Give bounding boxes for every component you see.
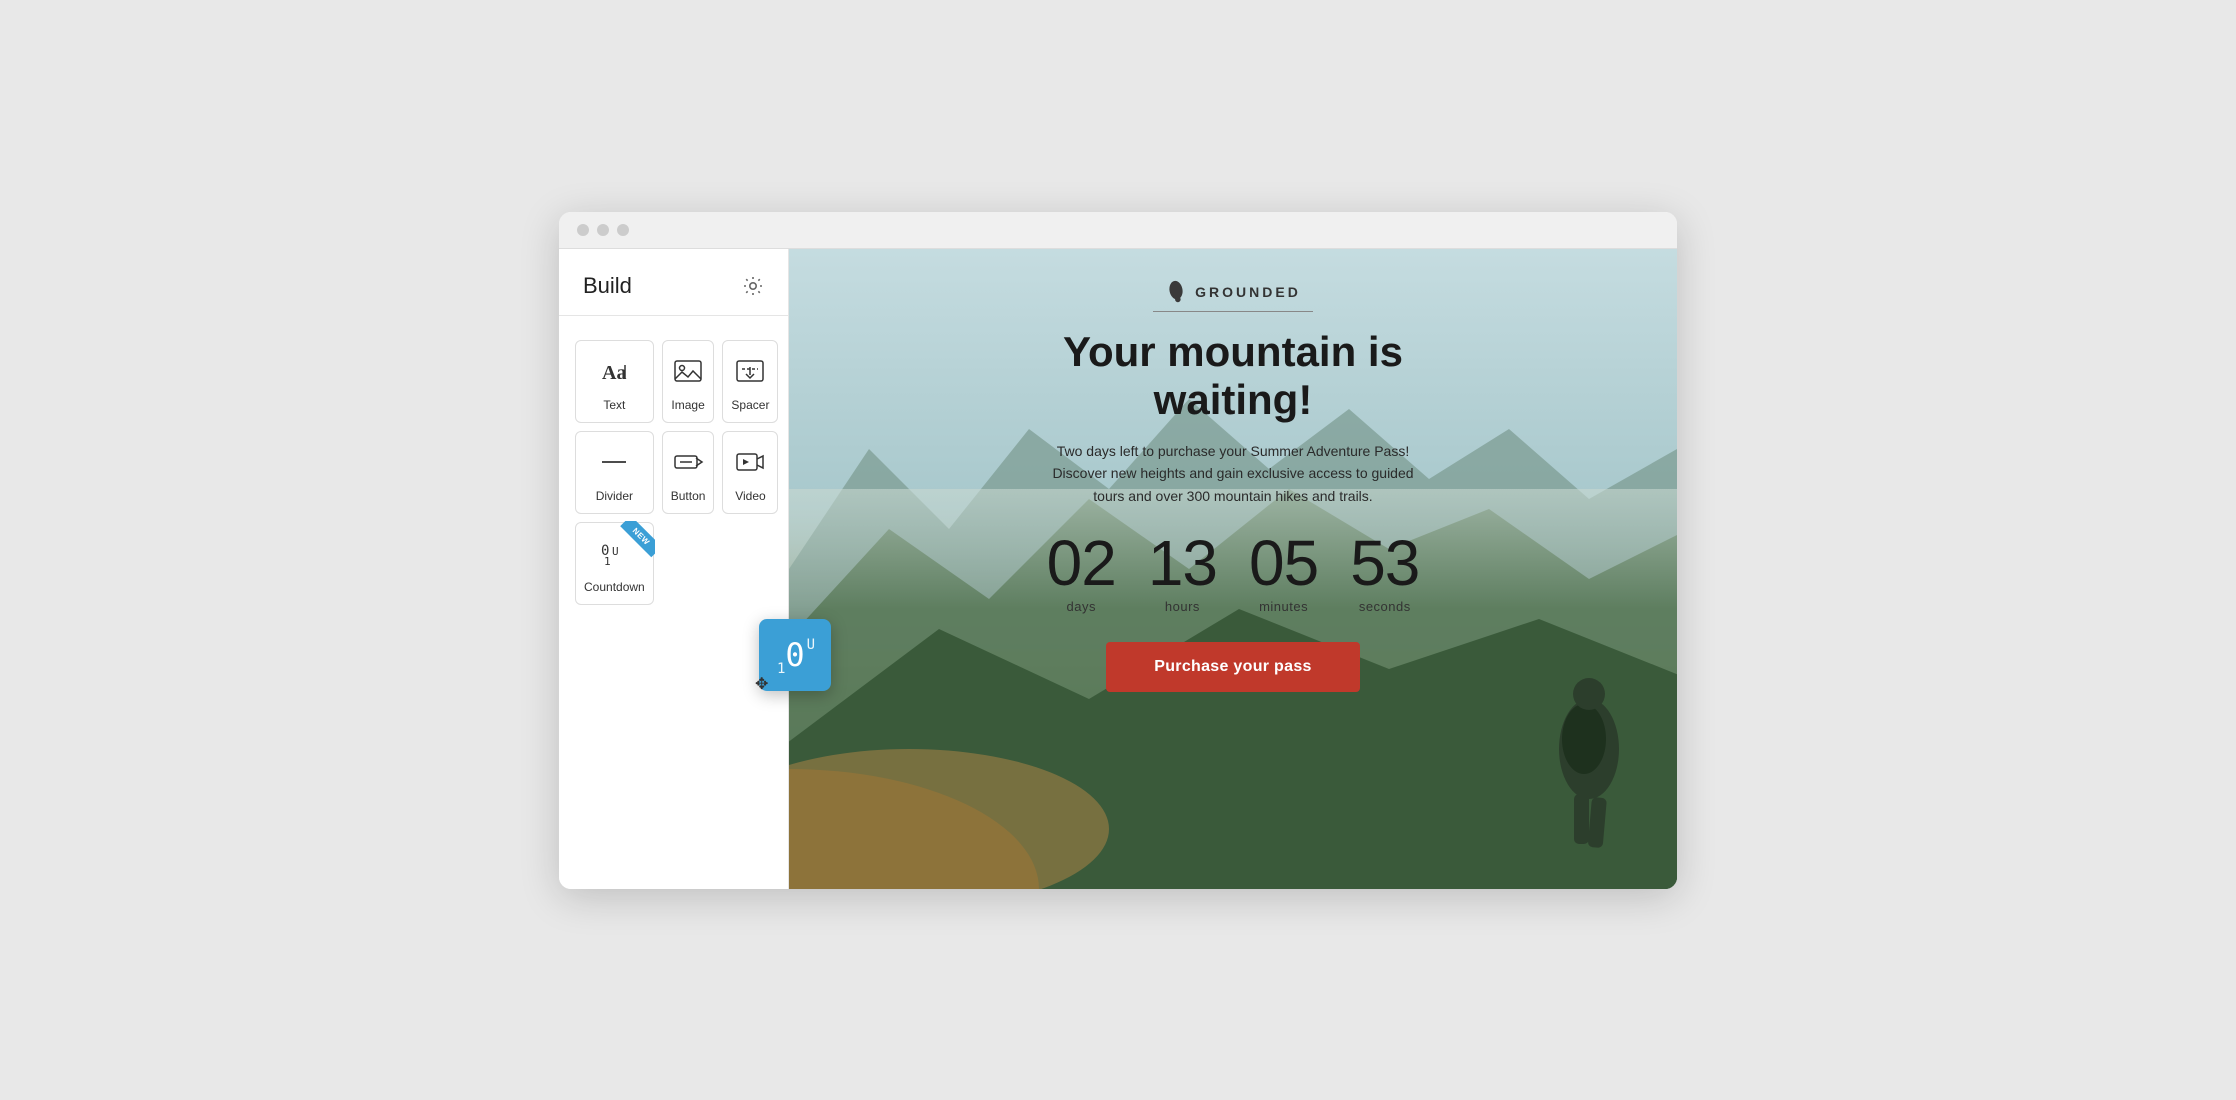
- new-badge: [611, 521, 655, 565]
- spacer-icon: [734, 357, 766, 390]
- block-item-text[interactable]: Aa Text: [575, 340, 654, 423]
- button-icon: [672, 448, 704, 481]
- video-icon: [734, 448, 766, 481]
- logo-area: GROUNDED: [1153, 279, 1313, 312]
- traffic-light-minimize: [597, 224, 609, 236]
- image-icon: [672, 357, 704, 390]
- sidebar: Build Aa: [559, 249, 789, 889]
- browser-window: Build Aa: [559, 212, 1677, 889]
- sidebar-header: Build: [559, 249, 788, 315]
- block-label-countdown: Countdown: [584, 580, 645, 594]
- drag-cursor: ✥: [755, 674, 768, 694]
- countdown-seconds-value: 53: [1350, 531, 1419, 595]
- countdown-seconds-label: seconds: [1359, 599, 1411, 614]
- gear-icon[interactable]: [742, 275, 764, 297]
- countdown-hours: 13 hours: [1148, 531, 1217, 614]
- countdown-minutes: 05 minutes: [1249, 531, 1318, 614]
- cta-button[interactable]: Purchase your pass: [1106, 642, 1359, 692]
- divider-icon: [598, 448, 630, 481]
- block-label-image: Image: [671, 398, 704, 412]
- browser-chrome: [559, 212, 1677, 249]
- logo-row: GROUNDED: [1165, 279, 1301, 305]
- logo-leaf-icon: [1165, 279, 1187, 305]
- hero-subtitle: Two days left to purchase your Summer Ad…: [1043, 440, 1423, 507]
- countdown-days-value: 02: [1047, 531, 1116, 595]
- block-label-text: Text: [603, 398, 625, 412]
- block-label-video: Video: [735, 489, 765, 503]
- countdown-seconds: 53 seconds: [1350, 531, 1419, 614]
- block-item-video[interactable]: Video: [722, 431, 778, 514]
- browser-body: Build Aa: [559, 249, 1677, 889]
- traffic-light-close: [577, 224, 589, 236]
- block-label-button: Button: [671, 489, 706, 503]
- countdown-hours-value: 13: [1148, 531, 1217, 595]
- logo-underline: [1153, 311, 1313, 312]
- text-icon: Aa: [598, 357, 630, 390]
- main-content: GROUNDED Your mountain is waiting! Two d…: [789, 249, 1677, 889]
- drag-countdown-icon: 0: [785, 639, 804, 671]
- countdown-hours-label: hours: [1165, 599, 1200, 614]
- block-item-divider[interactable]: Divider: [575, 431, 654, 514]
- countdown-minutes-value: 05: [1249, 531, 1318, 595]
- block-label-spacer: Spacer: [731, 398, 769, 412]
- sidebar-title: Build: [583, 273, 632, 299]
- preview-area: GROUNDED Your mountain is waiting! Two d…: [789, 249, 1677, 889]
- block-label-divider: Divider: [596, 489, 633, 503]
- hero-content: Your mountain is waiting! Two days left …: [983, 328, 1483, 693]
- block-item-countdown[interactable]: 0 U 1 Countdown: [575, 522, 654, 605]
- sidebar-divider: [559, 315, 788, 316]
- traffic-light-maximize: [617, 224, 629, 236]
- hero-title: Your mountain is waiting!: [983, 328, 1483, 425]
- block-item-button[interactable]: Button: [662, 431, 715, 514]
- countdown-days: 02 days: [1047, 531, 1116, 614]
- countdown-minutes-label: minutes: [1259, 599, 1308, 614]
- logo-text: GROUNDED: [1195, 284, 1301, 300]
- block-item-image[interactable]: Image: [662, 340, 715, 423]
- countdown-days-label: days: [1066, 599, 1095, 614]
- block-item-spacer[interactable]: Spacer: [722, 340, 778, 423]
- svg-text:Aa: Aa: [602, 362, 626, 384]
- countdown-row: 02 days 13 hours 05 minutes 53: [1047, 531, 1420, 614]
- sidebar-grid: Aa Text Image: [559, 332, 788, 613]
- drag-element-countdown: 0 U 1: [759, 619, 831, 691]
